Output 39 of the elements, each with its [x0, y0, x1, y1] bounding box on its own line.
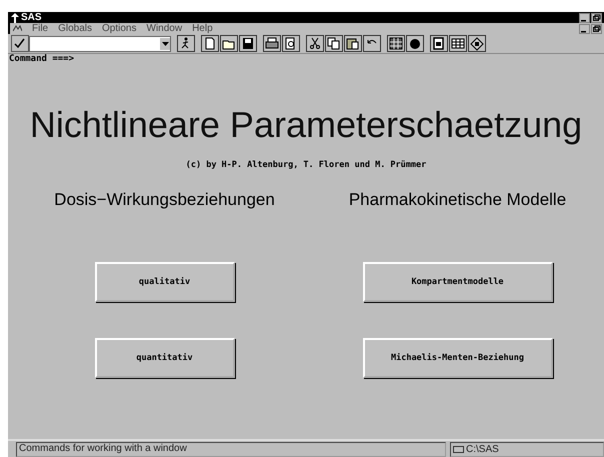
- window-title: SAS: [21, 12, 42, 23]
- menu-item[interactable]: File: [32, 23, 48, 34]
- minimize-button[interactable]: [579, 24, 590, 34]
- path-text: C:\SAS: [466, 444, 499, 456]
- command-combo-box[interactable]: [29, 36, 171, 52]
- section-heading: Dosis−Wirkungsbeziehungen: [54, 190, 275, 210]
- dark-blob-icon[interactable]: [406, 35, 424, 52]
- menu-item[interactable]: Help: [192, 23, 213, 34]
- menu-item[interactable]: Globals: [58, 23, 92, 34]
- option-button[interactable]: qualitativ: [94, 262, 234, 302]
- credits-text: (c) by H-P. Altenburg, T. Floren und M. Prümmer: [186, 160, 426, 170]
- scissors-icon[interactable]: [306, 35, 324, 52]
- printer-icon[interactable]: [263, 35, 281, 52]
- copy-pages-icon[interactable]: [325, 35, 343, 52]
- option-button[interactable]: Kompartmentmodelle: [362, 262, 552, 302]
- page-icon[interactable]: [201, 35, 219, 52]
- folder-icon[interactable]: [220, 35, 238, 52]
- restore-button[interactable]: [591, 12, 602, 22]
- status-message: Commands for working with a window: [16, 442, 446, 457]
- menu-item[interactable]: Window: [146, 23, 182, 34]
- drive-icon: [453, 446, 464, 453]
- checkmark-button[interactable]: [11, 35, 29, 52]
- runner-icon[interactable]: [177, 35, 195, 52]
- magnifier-page-icon[interactable]: [282, 35, 300, 52]
- option-button[interactable]: quantitativ: [94, 338, 234, 378]
- section-heading: Pharmakokinetische Modelle: [348, 190, 566, 210]
- window-menu-icon[interactable]: [13, 25, 22, 32]
- grid-box-icon[interactable]: [387, 35, 405, 52]
- command-label: Command ===>: [9, 54, 74, 64]
- dropdown-arrow-icon: [162, 42, 168, 46]
- tilted-box-icon[interactable]: [468, 35, 486, 52]
- main-title: Nichtlineare Parameterschaetzung: [30, 104, 582, 146]
- document-box-icon[interactable]: [430, 35, 448, 52]
- menu-item[interactable]: Options: [102, 23, 136, 34]
- option-button[interactable]: Michaelis-Menten-Beziehung: [362, 338, 552, 378]
- clipboard-icon[interactable]: [344, 35, 362, 52]
- restore-button[interactable]: [591, 24, 602, 34]
- table-icon[interactable]: [449, 35, 467, 52]
- minimize-button[interactable]: [579, 12, 590, 22]
